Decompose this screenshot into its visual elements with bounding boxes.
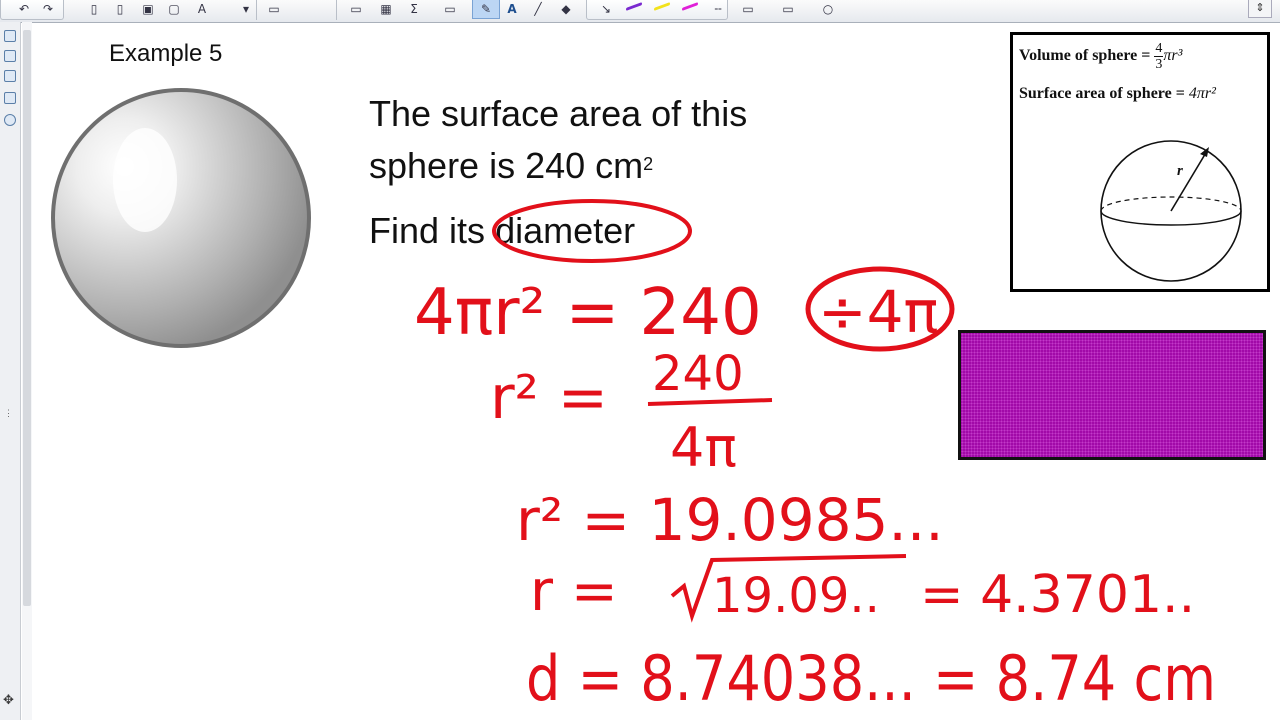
ink-line-1: 4πr² = 240 (414, 276, 762, 350)
ink-line-4-result: = 4.3701.. (920, 565, 1195, 625)
ink-line-5: d = 8.74038... = 8.74 cm (526, 642, 1216, 715)
ink-line-2-denominator: 4π (670, 416, 737, 479)
ink-line-4-lhs: r = (530, 559, 618, 624)
ink-divide-4pi: ÷4π (818, 278, 938, 346)
ink-line-2-lhs: r² = (490, 363, 608, 433)
ink-line-4-radicand: 19.09.. (712, 568, 880, 624)
diameter-circle (492, 199, 692, 263)
ink-line-2-numerator: 240 (652, 346, 744, 402)
handwriting-layer: 4πr² = 240 ÷4π r² = 240 4π r² = 19.0985.… (414, 199, 1216, 715)
ink-line-3: r² = 19.0985... (516, 486, 944, 554)
